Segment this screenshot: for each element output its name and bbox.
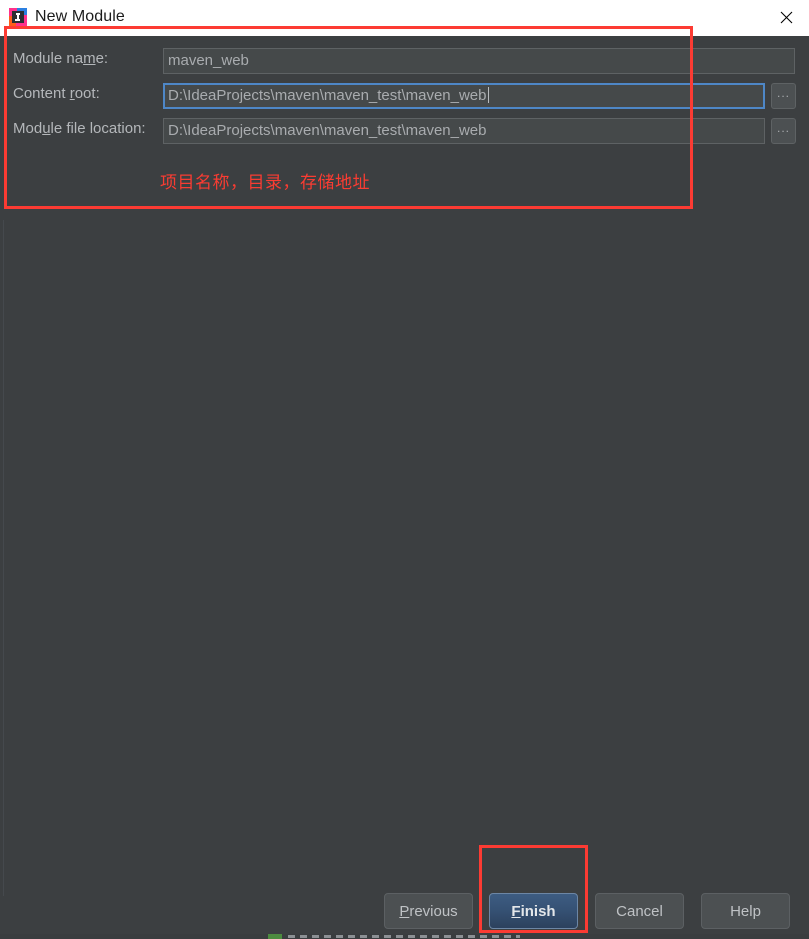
sliver-accent: [268, 934, 282, 939]
desktop-sliver: [0, 934, 809, 939]
help-button[interactable]: Help: [701, 893, 790, 929]
content-root-value: D:\IdeaProjects\maven\maven_test\maven_w…: [168, 87, 487, 104]
title-bar: New Module: [0, 0, 809, 37]
label-content-root: Content root:: [13, 85, 100, 102]
window-title: New Module: [35, 8, 125, 25]
sliver-text-hint: [288, 935, 520, 938]
field-row-content-root: Content root: D:\IdeaProjects\maven\mave…: [0, 83, 809, 109]
field-row-module-file-location: Module file location: D:\IdeaProjects\ma…: [0, 118, 809, 144]
new-module-dialog: New Module Module name: maven_web Conten…: [0, 0, 809, 939]
text-caret: [487, 87, 489, 103]
cancel-button[interactable]: Cancel: [595, 893, 684, 929]
field-row-module-name: Module name: maven_web: [0, 48, 809, 74]
panel-seam: [3, 220, 4, 896]
close-icon[interactable]: [763, 0, 809, 35]
label-module-name: Module name:: [13, 50, 109, 67]
previous-button[interactable]: Previous: [384, 893, 473, 929]
module-name-input[interactable]: maven_web: [163, 48, 795, 74]
annotation-note: 项目名称，目录，存储地址: [160, 173, 370, 192]
module-file-location-browse-button[interactable]: ...: [771, 118, 796, 144]
dialog-button-bar: Previous Finish Cancel Help: [0, 893, 809, 929]
content-root-input[interactable]: D:\IdeaProjects\maven\maven_test\maven_w…: [163, 83, 765, 109]
finish-button[interactable]: Finish: [489, 893, 578, 929]
intellij-idea-icon: [9, 8, 27, 26]
label-module-file-location: Module file location:: [13, 120, 146, 137]
content-root-browse-button[interactable]: ...: [771, 83, 796, 109]
module-file-location-input[interactable]: D:\IdeaProjects\maven\maven_test\maven_w…: [163, 118, 765, 144]
form-area: Module name: maven_web Content root: D:\…: [0, 36, 809, 896]
